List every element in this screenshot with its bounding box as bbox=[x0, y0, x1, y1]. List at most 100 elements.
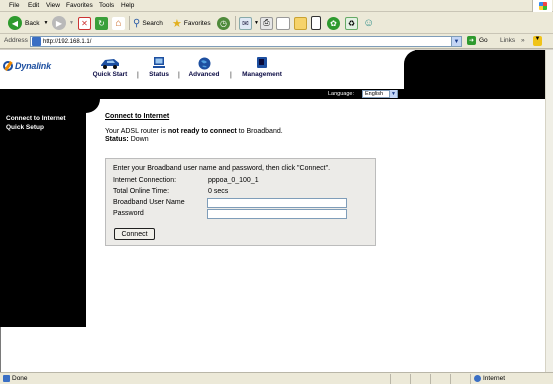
discuss-button[interactable]: ♻ bbox=[345, 15, 358, 31]
address-label: Address bbox=[4, 37, 28, 44]
folder-icon bbox=[294, 16, 307, 30]
forward-dropdown-icon[interactable]: ▼ bbox=[69, 20, 74, 26]
forward-button[interactable]: ▶ ▼ bbox=[52, 15, 74, 31]
nav-separator: | bbox=[178, 72, 180, 79]
browser-toolbar: ◀ Back ▼ ▶ ▼ ✕ ↻ ⌂ ⚲ Search ★ Favorites … bbox=[0, 12, 553, 34]
messenger-people-button[interactable]: ☺ bbox=[363, 15, 374, 31]
edit-page-icon bbox=[276, 16, 290, 30]
favorites-button[interactable]: ★ Favorites bbox=[172, 15, 211, 31]
menu-view[interactable]: View bbox=[46, 2, 60, 9]
back-dropdown-icon[interactable]: ▼ bbox=[43, 20, 48, 26]
language-dropdown-icon[interactable]: ▼ bbox=[389, 90, 397, 98]
book-icon bbox=[256, 57, 268, 69]
page-title[interactable]: Connect to Internet bbox=[105, 113, 169, 120]
dynalink-logo-icon bbox=[3, 61, 13, 71]
nav-label-status: Status bbox=[149, 71, 169, 78]
page-done-icon bbox=[3, 375, 10, 382]
message-suffix: to Broadband. bbox=[236, 128, 283, 135]
edit-button[interactable] bbox=[276, 15, 290, 31]
language-select[interactable]: English ▼ bbox=[362, 90, 398, 98]
go-button[interactable]: ➜ Go bbox=[467, 36, 488, 45]
home-icon: ⌂ bbox=[112, 16, 125, 30]
mail-dropdown-icon[interactable]: ▼ bbox=[254, 20, 259, 26]
folder-button[interactable] bbox=[294, 15, 307, 31]
menu-tools[interactable]: Tools bbox=[99, 2, 114, 9]
menu-file[interactable]: File bbox=[9, 2, 19, 9]
password-field[interactable] bbox=[207, 209, 347, 219]
status-separator bbox=[470, 374, 471, 384]
print-button[interactable]: ⎙ bbox=[260, 15, 273, 31]
form-instruction: Enter your Broadband user name and passw… bbox=[113, 165, 331, 172]
header-black-block bbox=[415, 50, 545, 89]
stop-icon: ✕ bbox=[78, 16, 91, 30]
discuss-icon: ♻ bbox=[345, 16, 358, 30]
menu-bar: File Edit View Favorites Tools Help bbox=[0, 0, 553, 12]
message-emphasis: not ready to connect bbox=[167, 128, 237, 135]
address-dropdown-icon[interactable]: ▼ bbox=[451, 37, 461, 46]
connection-message: Your ADSL router is not ready to connect… bbox=[105, 128, 283, 135]
sidebar-item-connect-to-internet[interactable]: Connect to Internet bbox=[6, 115, 66, 122]
status-separator bbox=[450, 374, 451, 384]
menu-favorites[interactable]: Favorites bbox=[66, 2, 93, 9]
search-button[interactable]: ⚲ Search bbox=[133, 15, 163, 31]
go-arrow-icon: ➜ bbox=[467, 36, 476, 45]
monitor-icon bbox=[152, 57, 166, 69]
vertical-scrollbar[interactable] bbox=[545, 50, 553, 372]
login-form: Enter your Broadband user name and passw… bbox=[105, 158, 376, 246]
router-logo-area: Dynalink bbox=[0, 50, 86, 89]
username-label: Broadband User Name bbox=[113, 199, 185, 206]
nav-management[interactable]: Management bbox=[238, 50, 286, 89]
language-selected-value: English bbox=[365, 91, 384, 97]
router-logo: Dynalink bbox=[3, 61, 51, 71]
windows-logo-icon bbox=[532, 0, 552, 12]
forward-arrow-icon: ▶ bbox=[52, 16, 66, 30]
search-icon: ⚲ bbox=[133, 17, 141, 29]
internet-connection-label: Internet Connection: bbox=[113, 177, 177, 184]
home-button[interactable]: ⌂ bbox=[112, 15, 125, 31]
people-icon: ☺ bbox=[363, 17, 375, 29]
nav-quick-start[interactable]: Quick Start bbox=[86, 50, 134, 89]
back-label: Back bbox=[25, 19, 40, 27]
language-bar: Language: English ▼ bbox=[0, 89, 545, 99]
password-label: Password bbox=[113, 210, 144, 217]
address-input[interactable]: http://192.168.1.1/ ▼ bbox=[30, 36, 462, 47]
research-button[interactable]: ✿ bbox=[327, 15, 340, 31]
back-button[interactable]: ◀ Back ▼ bbox=[8, 15, 48, 31]
top-navigation: Quick Start | Status | Advanced | Manage… bbox=[86, 50, 415, 89]
status-text: Done bbox=[12, 375, 28, 382]
history-icon: ◷ bbox=[217, 16, 230, 30]
links-button[interactable]: Links » bbox=[500, 37, 525, 44]
nav-status[interactable]: Status bbox=[144, 50, 174, 89]
internet-zone-icon bbox=[474, 375, 481, 382]
refresh-button[interactable]: ↻ bbox=[95, 15, 108, 31]
history-button[interactable]: ◷ bbox=[217, 15, 230, 31]
nav-separator: | bbox=[230, 72, 232, 79]
stop-button[interactable]: ✕ bbox=[78, 15, 91, 31]
toolbar-extension-icon[interactable]: ▼ bbox=[533, 36, 542, 46]
sidebar-item-quick-setup[interactable]: Quick Setup bbox=[6, 124, 44, 131]
toolbar-separator bbox=[129, 16, 130, 30]
nav-label-quick-start: Quick Start bbox=[92, 71, 128, 78]
status-label: Status: bbox=[105, 136, 129, 143]
mail-button[interactable]: ✉ ▼ bbox=[239, 15, 259, 31]
online-time-value: 0 secs bbox=[208, 188, 229, 195]
status-separator bbox=[410, 374, 411, 384]
menu-help[interactable]: Help bbox=[121, 2, 134, 9]
status-value: Down bbox=[130, 136, 149, 143]
address-url[interactable]: http://192.168.1.1/ bbox=[43, 39, 91, 45]
language-label: Language: bbox=[328, 91, 354, 97]
browser-status-bar: Done Internet bbox=[0, 372, 553, 384]
nav-advanced[interactable]: Advanced bbox=[185, 50, 223, 89]
internet-connection-value: pppoa_0_100_1 bbox=[208, 177, 259, 184]
links-chevron-icon: » bbox=[521, 37, 525, 44]
username-field[interactable] bbox=[207, 198, 347, 208]
sidebar: Connect to Internet Quick Setup bbox=[0, 99, 86, 327]
favorites-star-icon: ★ bbox=[172, 17, 182, 30]
go-label: Go bbox=[479, 37, 488, 44]
connect-button[interactable]: Connect bbox=[114, 228, 155, 240]
status-separator bbox=[430, 374, 431, 384]
menu-edit[interactable]: Edit bbox=[28, 2, 39, 9]
globe-icon bbox=[198, 57, 211, 69]
messenger-button[interactable] bbox=[311, 15, 321, 31]
message-prefix: Your ADSL router is bbox=[105, 128, 168, 135]
